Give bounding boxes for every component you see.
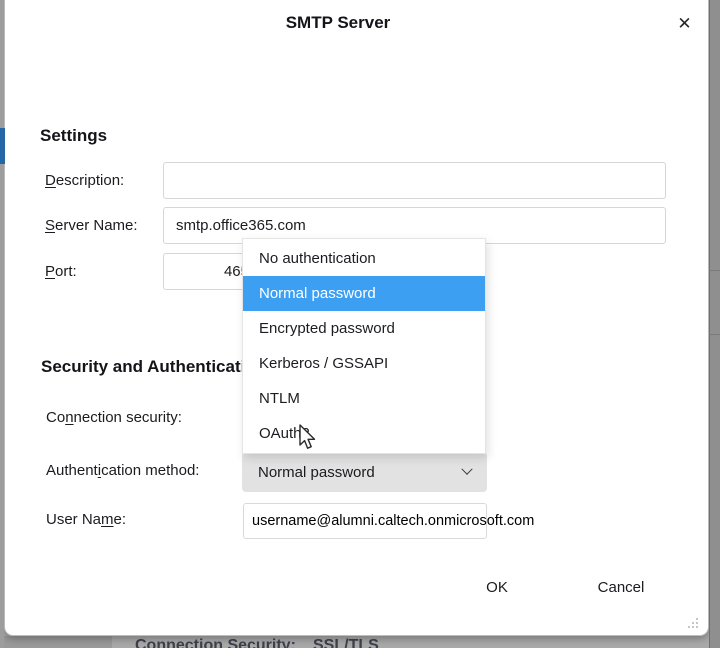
auth-method-selected-value: Normal password bbox=[258, 464, 375, 481]
scrollbar-thumb-edge bbox=[709, 270, 720, 271]
window-left-edge bbox=[0, 0, 4, 648]
dropdown-option-encrypted-password[interactable]: Encrypted password bbox=[243, 311, 485, 346]
chevron-down-icon bbox=[461, 464, 472, 475]
background-sidebar-fragment bbox=[0, 636, 112, 648]
server-name-label: Server Name: bbox=[45, 217, 138, 234]
scrollbar-thumb-edge bbox=[709, 334, 720, 335]
background-connection-security-value: SSL/TLS bbox=[313, 637, 379, 648]
dropdown-option-oauth2[interactable]: OAuth2 bbox=[243, 416, 485, 451]
dialog-title: SMTP Server bbox=[0, 13, 676, 33]
port-label: Port: bbox=[45, 263, 77, 280]
category-indicator-bar bbox=[0, 128, 5, 164]
scrollbar-track[interactable] bbox=[709, 0, 720, 648]
user-name-label: User Name: bbox=[46, 511, 126, 528]
auth-method-select[interactable]: Normal password bbox=[242, 452, 487, 492]
dropdown-option-normal-password[interactable]: Normal password bbox=[243, 276, 485, 311]
user-name-value: username@alumni.caltech.onmicrosoft.com bbox=[244, 513, 534, 529]
settings-heading: Settings bbox=[40, 126, 107, 146]
description-input[interactable] bbox=[163, 162, 666, 199]
dropdown-option-kerberos-gssapi[interactable]: Kerberos / GSSAPI bbox=[243, 346, 485, 381]
close-button[interactable]: ✕ bbox=[671, 10, 698, 37]
close-icon: ✕ bbox=[677, 14, 691, 33]
description-label: Description: bbox=[45, 172, 124, 189]
user-name-input[interactable]: username@alumni.caltech.onmicrosoft.com bbox=[243, 503, 487, 539]
security-heading: Security and Authentication bbox=[41, 357, 266, 377]
dropdown-option-ntlm[interactable]: NTLM bbox=[243, 381, 485, 416]
cancel-button[interactable]: Cancel bbox=[578, 572, 664, 602]
connection-security-label: Connection security: bbox=[46, 409, 182, 426]
auth-method-dropdown: No authentication Normal password Encryp… bbox=[242, 238, 486, 454]
background-connection-security-label: Connection Security: bbox=[135, 637, 296, 648]
resize-grip[interactable] bbox=[686, 616, 700, 630]
ok-button[interactable]: OK bbox=[455, 572, 539, 602]
dropdown-option-no-authentication[interactable]: No authentication bbox=[243, 241, 485, 276]
authentication-method-label: Authentication method: bbox=[46, 462, 199, 479]
